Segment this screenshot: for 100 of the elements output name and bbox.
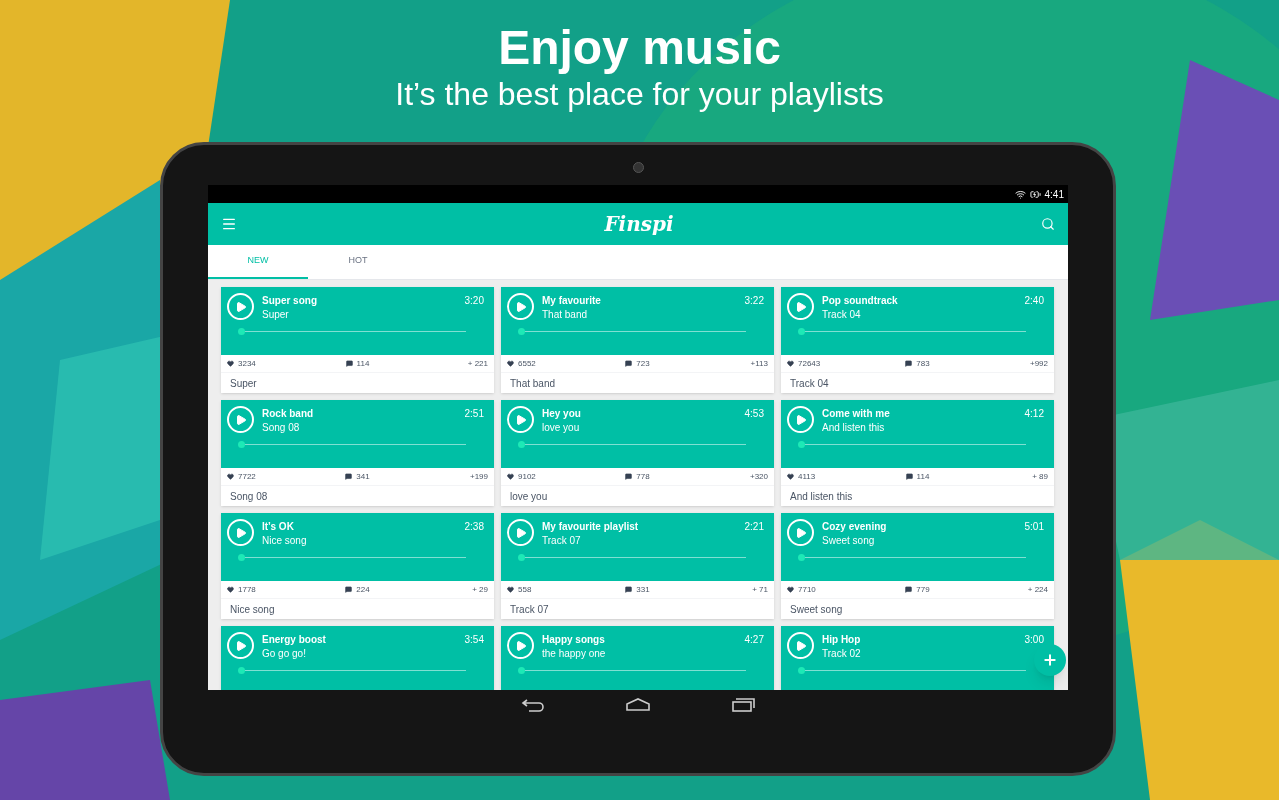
- progress-track[interactable]: [239, 441, 466, 448]
- card-footer-text: Song 08: [230, 489, 268, 504]
- song-duration: 4:12: [1024, 407, 1045, 421]
- back-icon[interactable]: [521, 698, 545, 712]
- play-button[interactable]: [787, 632, 814, 659]
- song-artist: And listen this: [822, 421, 886, 434]
- song-title: My favourite playlist: [542, 520, 640, 534]
- comment-icon[interactable]: [345, 586, 353, 593]
- progress-track[interactable]: [239, 667, 466, 674]
- adds-count: +113: [750, 357, 768, 370]
- song-card[interactable]: My favourite playlist Track 07 2:21 558 331 + 71 Track 07: [501, 513, 774, 619]
- song-artist: Track 07: [542, 534, 582, 547]
- comment-icon[interactable]: [625, 473, 633, 480]
- progress-track[interactable]: [519, 328, 746, 335]
- heart-icon[interactable]: [787, 586, 794, 593]
- progress-thumb[interactable]: [518, 554, 526, 561]
- play-button[interactable]: [227, 632, 254, 659]
- progress-track[interactable]: [239, 554, 466, 561]
- play-button[interactable]: [787, 406, 814, 433]
- comments-count: 224: [356, 583, 370, 596]
- search-icon[interactable]: [1041, 217, 1055, 231]
- progress-track[interactable]: [519, 667, 746, 674]
- comment-icon[interactable]: [905, 360, 913, 367]
- progress-track[interactable]: [239, 328, 466, 335]
- song-card[interactable]: Rock band Song 08 2:51 7722 341 +199 Song 08: [221, 400, 494, 506]
- wifi-icon: [1014, 188, 1026, 200]
- heart-icon[interactable]: [227, 473, 234, 480]
- progress-thumb[interactable]: [798, 554, 806, 561]
- song-title: My favourite: [542, 294, 602, 308]
- play-icon: [235, 526, 247, 539]
- progress-thumb[interactable]: [238, 667, 246, 674]
- song-card[interactable]: My favourite That band 3:22 6552 723 +113 That band: [501, 287, 774, 393]
- progress-thumb[interactable]: [518, 441, 526, 448]
- song-title: It’s OK: [262, 520, 295, 534]
- song-card[interactable]: Cozy evening Sweet song 5:01 7710 779 + 224 Sweet song: [781, 513, 1054, 619]
- play-button[interactable]: [787, 519, 814, 546]
- progress-track[interactable]: [799, 667, 1026, 674]
- progress-thumb[interactable]: [798, 328, 806, 335]
- comment-icon[interactable]: [905, 473, 913, 480]
- play-button[interactable]: [507, 293, 534, 320]
- comment-icon[interactable]: [345, 360, 353, 367]
- play-icon: [795, 639, 807, 652]
- card-footer-text: Nice song: [230, 602, 275, 617]
- play-icon: [235, 300, 247, 313]
- comment-icon[interactable]: [345, 473, 353, 480]
- progress-track[interactable]: [799, 328, 1026, 335]
- adds-count: + 29: [472, 583, 488, 596]
- heart-icon[interactable]: [787, 360, 794, 367]
- home-icon[interactable]: [625, 698, 651, 712]
- tab[interactable]: HOT: [308, 245, 408, 279]
- comment-icon[interactable]: [905, 586, 913, 593]
- progress-track[interactable]: [799, 554, 1026, 561]
- song-card[interactable]: It’s OK Nice song 2:38 1778 224 + 29 Nice song: [221, 513, 494, 619]
- song-card[interactable]: Hey you love you 4:53 9102 778 +320 love you: [501, 400, 774, 506]
- card-footer-text: Sweet song: [790, 602, 843, 617]
- song-artist: Track 02: [822, 647, 862, 660]
- song-artist: Song 08: [262, 421, 301, 434]
- card-footer-text: Track 07: [510, 602, 549, 617]
- heart-icon[interactable]: [507, 586, 514, 593]
- progress-track[interactable]: [799, 441, 1026, 448]
- song-artist: Sweet song: [822, 534, 876, 547]
- song-card[interactable]: Super song Super 3:20 3234 114 + 221 Super: [221, 287, 494, 393]
- play-button[interactable]: [507, 519, 534, 546]
- comment-icon[interactable]: [625, 586, 633, 593]
- progress-thumb[interactable]: [518, 328, 526, 335]
- subheadline: It’s the best place for your playlists: [395, 75, 884, 114]
- progress-thumb[interactable]: [798, 441, 806, 448]
- likes-count: 1778: [238, 583, 256, 596]
- heart-icon[interactable]: [787, 473, 794, 480]
- progress-thumb[interactable]: [798, 667, 806, 674]
- heart-icon[interactable]: [227, 586, 234, 593]
- song-artist: Nice song: [262, 534, 308, 547]
- heart-icon[interactable]: [507, 473, 514, 480]
- headline: Enjoy music: [498, 22, 781, 74]
- play-button[interactable]: [787, 293, 814, 320]
- song-title: Hey you: [542, 407, 582, 421]
- comment-icon[interactable]: [625, 360, 633, 367]
- progress-track[interactable]: [519, 554, 746, 561]
- song-card[interactable]: Pop soundtrack Track 04 2:40 72643 783 +992 Track 04: [781, 287, 1054, 393]
- play-icon: [795, 300, 807, 313]
- menu-icon[interactable]: [221, 216, 237, 232]
- progress-thumb[interactable]: [238, 554, 246, 561]
- play-icon: [515, 639, 527, 652]
- play-button[interactable]: [227, 406, 254, 433]
- progress-thumb[interactable]: [238, 441, 246, 448]
- heart-icon[interactable]: [227, 360, 234, 367]
- play-button[interactable]: [507, 406, 534, 433]
- progress-track[interactable]: [519, 441, 746, 448]
- progress-thumb[interactable]: [518, 667, 526, 674]
- song-card[interactable]: Come with me And listen this 4:12 4113 114 + 89 And listen this: [781, 400, 1054, 506]
- progress-thumb[interactable]: [238, 328, 246, 335]
- song-title: Come with me: [822, 407, 891, 421]
- play-button[interactable]: [507, 632, 534, 659]
- play-button[interactable]: [227, 519, 254, 546]
- battery-icon: [1029, 188, 1041, 200]
- play-button[interactable]: [227, 293, 254, 320]
- song-duration: 4:27: [744, 633, 765, 647]
- recents-icon[interactable]: [731, 698, 755, 712]
- camera-icon: [633, 162, 644, 173]
- heart-icon[interactable]: [507, 360, 514, 367]
